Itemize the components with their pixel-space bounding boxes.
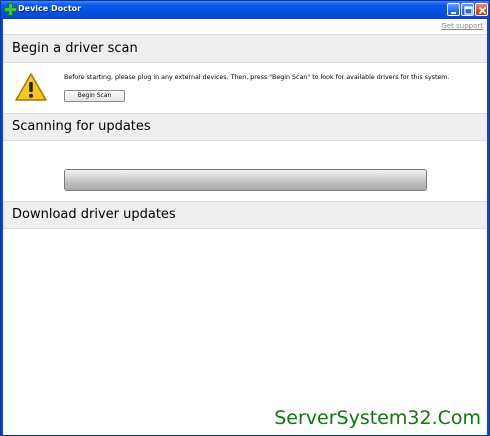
section-header-updates: Scanning for updates	[3, 113, 487, 141]
scan-instructions: Before starting, please plug in any exte…	[64, 74, 450, 81]
close-button[interactable]	[475, 3, 488, 16]
section-title-download: Download driver updates	[12, 207, 176, 222]
section-header-download: Download driver updates	[3, 201, 487, 229]
scan-progress-bar	[64, 169, 427, 191]
title-bar[interactable]: Device Doctor	[1, 1, 489, 19]
maximize-icon	[464, 6, 473, 15]
section-header-scan: Begin a driver scan	[3, 34, 487, 63]
warning-icon	[15, 73, 47, 101]
close-icon	[478, 6, 487, 15]
window-title: Device Doctor	[18, 4, 82, 13]
scan-progress-fill	[65, 170, 426, 190]
section-title-scan: Begin a driver scan	[12, 41, 138, 56]
section-title-updates: Scanning for updates	[12, 119, 151, 134]
app-window: Device Doctor Get support Begin a driver…	[0, 0, 490, 436]
begin-scan-button[interactable]: Begin Scan	[64, 90, 125, 102]
maximize-button[interactable]	[461, 3, 474, 16]
minimize-button[interactable]	[447, 3, 460, 16]
device-doctor-logo-icon	[4, 3, 17, 16]
get-support-link[interactable]: Get support	[441, 22, 483, 30]
client-area: Get support Begin a driver scan Before s…	[3, 19, 487, 435]
watermark-text: ServerSystem32.Com	[274, 407, 481, 429]
minimize-icon	[451, 12, 456, 14]
